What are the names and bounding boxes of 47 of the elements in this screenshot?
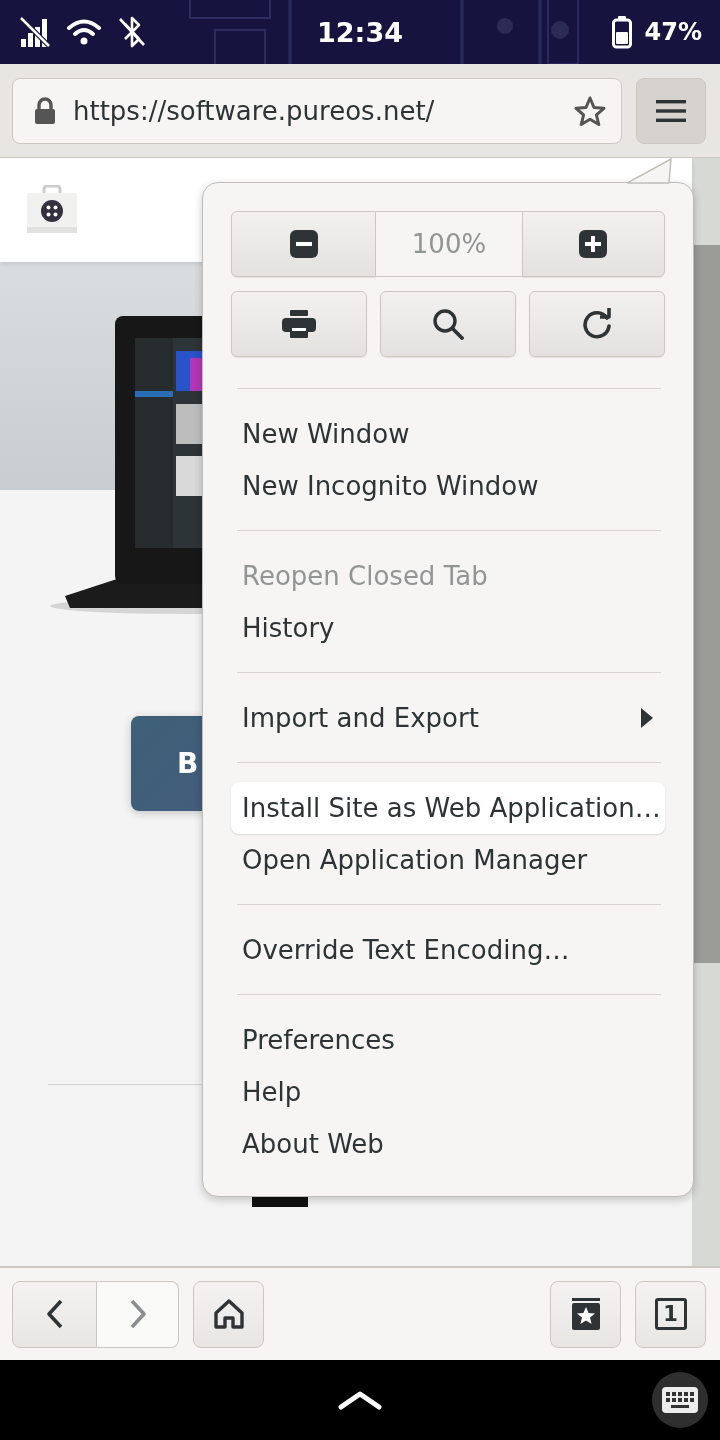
zoom-in-button[interactable]: [521, 211, 665, 277]
menu-button[interactable]: [636, 77, 706, 144]
printer-icon: [282, 310, 316, 338]
menu-item[interactable]: Preferences: [231, 1014, 665, 1066]
minus-icon: [289, 230, 318, 258]
menu-item[interactable]: Help: [231, 1066, 665, 1118]
battery-level: 47%: [644, 18, 702, 46]
signal-off-icon: [18, 15, 52, 49]
address-field[interactable]: https://software.pureos.net/: [12, 77, 622, 144]
print-button[interactable]: [231, 291, 367, 357]
zoom-out-button[interactable]: [231, 211, 377, 277]
scrollbar[interactable]: [692, 158, 720, 1266]
menu-item[interactable]: History: [231, 602, 665, 654]
lock-icon: [33, 96, 57, 125]
reload-icon: [581, 308, 613, 340]
menu-item[interactable]: Override Text Encoding…: [231, 924, 665, 976]
bookmarks-button[interactable]: [550, 1280, 621, 1348]
back-icon: [44, 1298, 65, 1330]
shopping-bag-icon: [26, 185, 78, 235]
tabs-button[interactable]: 1: [635, 1280, 706, 1348]
menu-item[interactable]: Open Application Manager: [231, 834, 665, 886]
submenu-arrow-icon: [640, 708, 654, 728]
menu-item[interactable]: New Window: [231, 408, 665, 460]
home-button[interactable]: [193, 1280, 264, 1348]
battery-icon: [610, 15, 633, 49]
wifi-icon: [66, 17, 102, 47]
plus-icon: [579, 230, 608, 258]
menu-item[interactable]: Import and Export: [231, 692, 665, 744]
menu-item[interactable]: Install Site as Web Application…: [231, 782, 665, 834]
home-icon: [211, 1298, 246, 1330]
keyboard-icon: [662, 1387, 698, 1413]
menu-item[interactable]: About Web: [231, 1118, 665, 1170]
bluetooth-off-icon: [116, 15, 148, 49]
url-text: https://software.pureos.net/: [73, 95, 436, 126]
scrollbar-thumb[interactable]: [692, 245, 720, 963]
keyboard-button[interactable]: [652, 1372, 708, 1428]
back-button[interactable]: [12, 1280, 97, 1348]
menu-item[interactable]: New Incognito Window: [231, 460, 665, 512]
search-icon: [432, 308, 464, 340]
bookmark-star-icon[interactable]: [573, 94, 607, 127]
caret-up-icon[interactable]: [338, 1390, 382, 1410]
menu-icon: [656, 98, 686, 123]
zoom-level: 100%: [376, 211, 522, 277]
bookmarks-icon: [569, 1297, 602, 1331]
reload-button[interactable]: [529, 291, 665, 357]
clock: 12:34: [317, 16, 403, 48]
find-button[interactable]: [380, 291, 516, 357]
